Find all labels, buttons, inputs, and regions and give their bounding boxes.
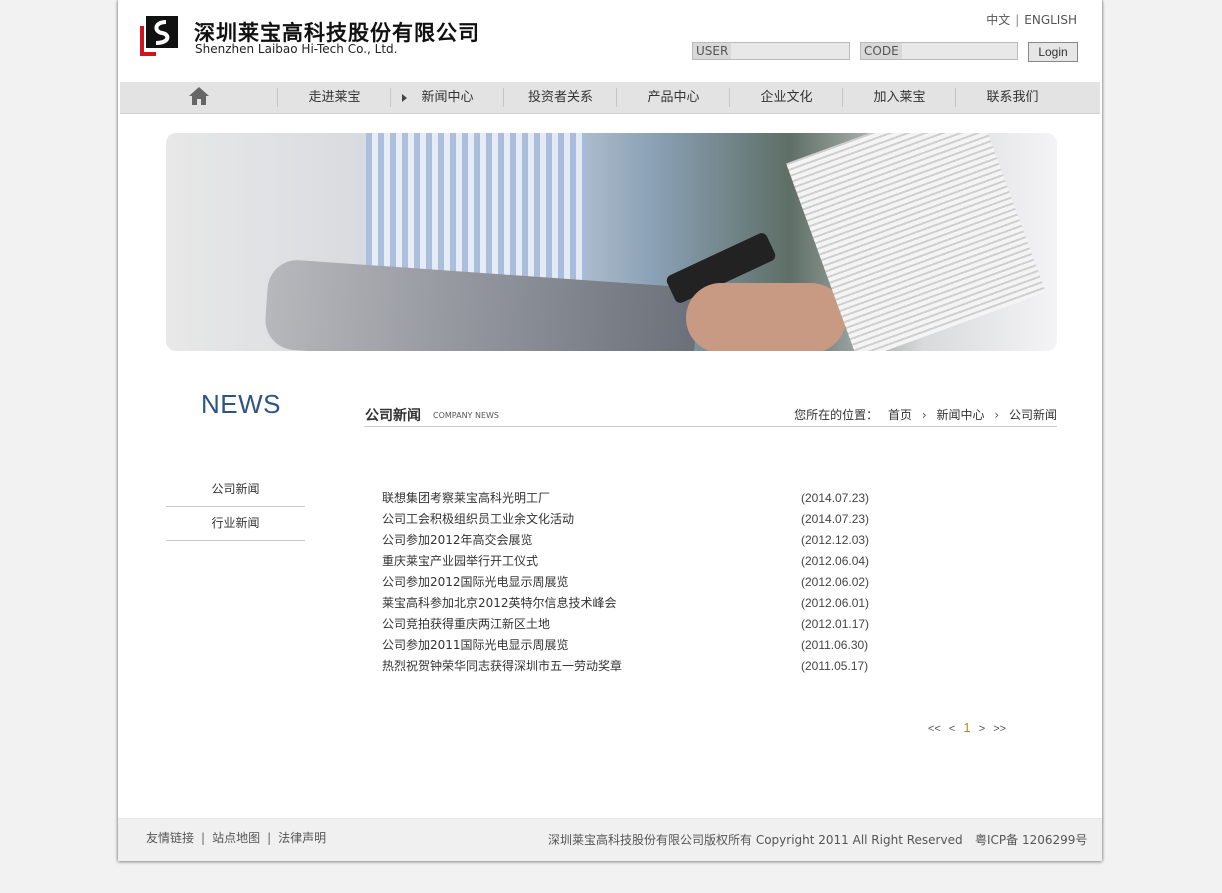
pager-first-button[interactable]: <<: [928, 723, 941, 735]
news-date: (2012.06.02): [801, 575, 870, 589]
banner-image: [166, 133, 1057, 351]
nav-item-products[interactable]: 产品中心: [617, 82, 730, 113]
user-input[interactable]: [733, 43, 843, 59]
footer-link-separator: |: [201, 831, 206, 845]
sidebar-item-company-news[interactable]: 公司新闻: [166, 473, 305, 507]
nav-item-culture[interactable]: 企业文化: [730, 82, 843, 113]
news-title-link[interactable]: 公司工会积极组织员工业余文化活动: [382, 509, 574, 530]
news-date: (2011.06.30): [801, 638, 869, 652]
pager-current-page[interactable]: 1: [963, 720, 970, 735]
main-nav: 走进莱宝 新闻中心 投资者关系 产品中心 企业文化 加入莱宝 联系我们: [120, 82, 1100, 114]
footer: 友情链接 | 站点地图 | 法律声明 深圳莱宝高科技股份有限公司版权所有 Copyrig…: [118, 818, 1102, 861]
login-button[interactable]: Login: [1028, 42, 1078, 62]
news-list-item: 公司参加2011国际光电显示周展览 (2011.06.30): [382, 635, 882, 656]
news-list-item: 重庆莱宝产业园举行开工仪式 (2012.06.04): [382, 551, 882, 572]
sidebar-heading: NEWS: [201, 389, 281, 419]
nav-home[interactable]: [142, 82, 255, 113]
news-date: (2012.06.01): [801, 596, 870, 610]
banner-hand: [686, 283, 846, 351]
news-list-item: 莱宝高科参加北京2012英特尔信息技术峰会 (2012.06.01): [382, 593, 882, 614]
footer-link-sitemap[interactable]: 站点地图: [212, 831, 260, 845]
breadcrumb-current: 公司新闻: [1008, 408, 1057, 422]
news-list-item: 热烈祝贺钟荣华同志获得深圳市五一劳动奖章 (2011.05.17): [382, 656, 882, 677]
news-date: (2012.06.04): [801, 554, 870, 568]
code-field: CODE: [860, 42, 1018, 60]
breadcrumb-news-center[interactable]: 新闻中心: [937, 408, 985, 422]
news-date: (2014.07.23): [801, 512, 870, 526]
nav-item-join[interactable]: 加入莱宝: [843, 82, 956, 113]
news-date: (2014.07.23): [801, 491, 870, 505]
footer-link-legal[interactable]: 法律声明: [278, 831, 326, 845]
lang-separator: |: [1015, 13, 1020, 27]
company-logo-icon[interactable]: [140, 16, 180, 56]
chevron-right-icon: ›: [921, 408, 927, 422]
banner-arm: [263, 258, 699, 351]
section-title: 公司新闻: [365, 408, 421, 424]
news-title-link[interactable]: 公司参加2012国际光电显示周展览: [382, 572, 569, 593]
news-title-link[interactable]: 莱宝高科参加北京2012英特尔信息技术峰会: [382, 593, 617, 614]
news-list-item: 联想集团考察莱宝高科光明工厂 (2014.07.23): [382, 488, 882, 509]
sidebar-item-industry-news[interactable]: 行业新闻: [166, 507, 305, 541]
user-label: USER: [693, 43, 732, 59]
company-name-en: Shenzhen Laibao Hi-Tech Co., Ltd.: [195, 42, 398, 56]
footer-copyright: 深圳莱宝高科技股份有限公司版权所有 Copyright 2011 All Rig…: [548, 833, 963, 847]
section-subtitle: COMPANY NEWS: [433, 411, 500, 420]
nav-item-contact[interactable]: 联系我们: [956, 82, 1069, 113]
news-list-item: 公司参加2012年高交会展览 (2012.12.03): [382, 530, 882, 551]
pager-last-button[interactable]: >>: [993, 723, 1006, 735]
breadcrumb-home[interactable]: 首页: [888, 408, 912, 422]
nav-item-news-label: 新闻中心: [421, 90, 474, 105]
footer-link-separator: |: [267, 831, 272, 845]
nav-item-about[interactable]: 走进莱宝: [278, 82, 391, 113]
news-title-link[interactable]: 公司参加2012年高交会展览: [382, 530, 533, 551]
breadcrumb-prefix: 您所在的位置：: [794, 408, 879, 422]
lang-chinese-link[interactable]: 中文: [986, 13, 1010, 27]
breadcrumb: 您所在的位置： 首页 › 新闻中心 › 公司新闻: [794, 406, 1057, 423]
footer-icp[interactable]: 粤ICP备 1206299号: [975, 831, 1087, 848]
nav-item-news[interactable]: 新闻中心: [391, 82, 504, 113]
news-list-item: 公司竞拍获得重庆两江新区土地 (2012.01.17): [382, 614, 882, 635]
pager-next-button[interactable]: >: [979, 723, 985, 735]
home-icon: [188, 87, 209, 105]
code-label: CODE: [861, 43, 902, 59]
code-input[interactable]: [901, 43, 1011, 59]
language-switcher: 中文 | ENGLISH: [986, 11, 1077, 28]
lang-english-link[interactable]: ENGLISH: [1024, 13, 1077, 27]
news-title-link[interactable]: 热烈祝贺钟荣华同志获得深圳市五一劳动奖章: [382, 656, 622, 677]
news-date: (2011.05.17): [801, 659, 869, 673]
news-list-item: 公司工会积极组织员工业余文化活动 (2014.07.23): [382, 509, 882, 530]
nav-active-arrow-icon: [402, 94, 408, 102]
news-title-link[interactable]: 重庆莱宝产业园举行开工仪式: [382, 551, 538, 572]
news-date: (2012.12.03): [801, 533, 870, 547]
nav-item-investors[interactable]: 投资者关系: [504, 82, 617, 113]
news-title-link[interactable]: 公司竞拍获得重庆两江新区土地: [382, 614, 550, 635]
pagination: << < 1 > >>: [928, 720, 1011, 735]
chevron-right-icon: ›: [994, 408, 1000, 422]
pager-prev-button[interactable]: <: [949, 723, 955, 735]
news-date: (2012.01.17): [801, 617, 870, 631]
user-field: USER: [692, 42, 850, 60]
section-divider: [364, 426, 1057, 427]
page-container: 深圳莱宝高科技股份有限公司 Shenzhen Laibao Hi-Tech Co…: [118, 0, 1102, 861]
footer-links: 友情链接 | 站点地图 | 法律声明: [146, 829, 326, 846]
news-list-item: 公司参加2012国际光电显示周展览 (2012.06.02): [382, 572, 882, 593]
footer-link-friends[interactable]: 友情链接: [146, 831, 194, 845]
news-title-link[interactable]: 联想集团考察莱宝高科光明工厂: [382, 488, 550, 509]
news-title-link[interactable]: 公司参加2011国际光电显示周展览: [382, 635, 569, 656]
